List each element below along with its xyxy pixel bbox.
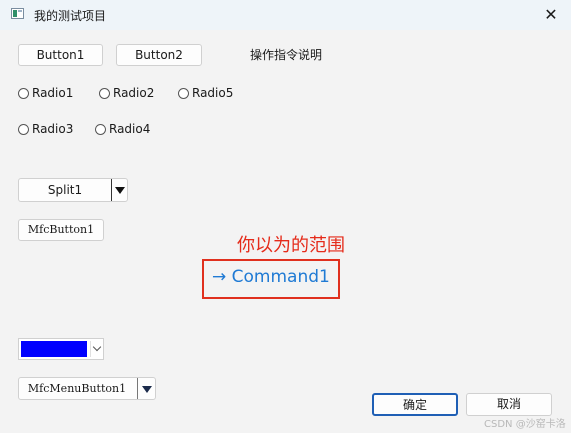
radio-label: Radio2 [113, 86, 155, 100]
color-picker[interactable] [18, 338, 104, 360]
command-link-label: Command1 [231, 267, 330, 287]
watermark: CSDN @沙窑卡洛 [484, 419, 566, 430]
instruction-label: 操作指令说明 [250, 48, 323, 62]
arrow-right-icon: → [212, 267, 227, 287]
cancel-button[interactable]: 取消 [466, 393, 552, 416]
radio-label: Radio1 [32, 86, 74, 100]
mfc-menu-button-label: MfcMenuButton1 [27, 382, 127, 395]
dropdown-arrow-icon [115, 187, 125, 194]
radio-circle-icon [95, 124, 106, 135]
button2[interactable]: Button2 [116, 44, 202, 66]
mfc-button[interactable]: MfcButton1 [18, 219, 104, 241]
close-icon[interactable]: ✕ [531, 0, 571, 30]
button1[interactable]: Button1 [18, 44, 103, 66]
radio-circle-icon [18, 88, 29, 99]
dropdown-arrow-icon [142, 386, 152, 393]
radio-circle-icon [18, 124, 29, 135]
app-icon [11, 8, 24, 19]
color-swatch [21, 341, 87, 357]
radio-label: Radio5 [192, 86, 234, 100]
radio-label: Radio3 [32, 122, 74, 136]
window-title: 我的测试项目 [34, 9, 107, 23]
command-link-button[interactable]: → Command1 [212, 267, 330, 287]
annotation-label: 你以为的范围 [237, 235, 345, 256]
split-button-label: Split1 [47, 183, 83, 197]
mfc-menu-button[interactable]: MfcMenuButton1 [18, 377, 156, 400]
split-dropdown[interactable] [111, 179, 128, 201]
ok-button[interactable]: 确定 [372, 393, 458, 416]
title-bar[interactable]: 我的测试项目 ✕ [0, 0, 571, 30]
dialog-window: 我的测试项目 ✕ Button1 Button2 操作指令说明 Radio1 R… [0, 0, 571, 433]
radio-circle-icon [178, 88, 189, 99]
radio-circle-icon [99, 88, 110, 99]
split-button[interactable]: Split1 [18, 178, 128, 202]
radio-label: Radio4 [109, 122, 151, 136]
chevron-down-icon[interactable] [90, 341, 104, 357]
menu-dropdown[interactable] [137, 378, 156, 399]
